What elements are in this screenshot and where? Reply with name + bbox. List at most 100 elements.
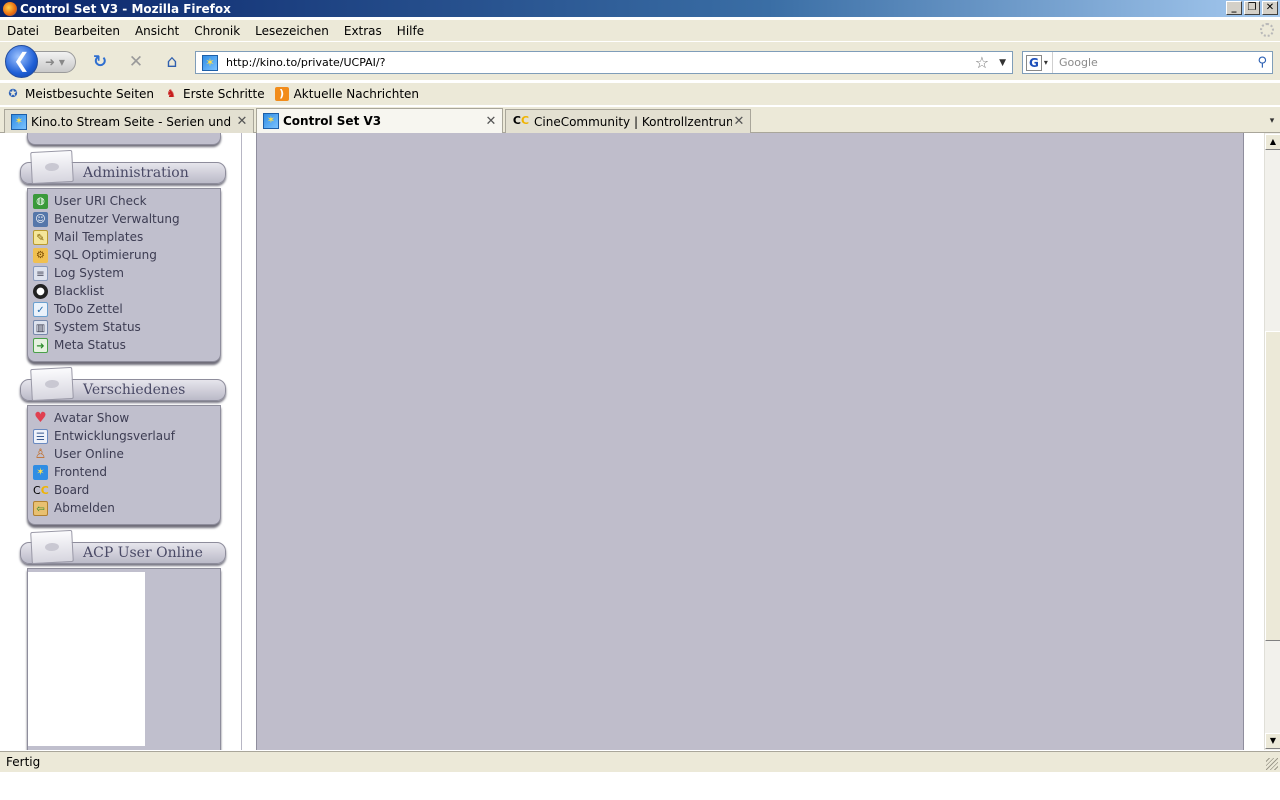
panel-title: Verschiedenes [83,382,186,398]
user-online-icon: ♙ [34,446,47,462]
page-scrollbar[interactable]: ▲ ▼ [1264,133,1280,750]
kino-logo-icon: ✶ [263,113,279,129]
sidebar-item-abmelden[interactable]: ⇦ Abmelden [28,499,220,517]
tab-cinecommunity[interactable]: CC CineCommunity | Kontrollzentrum von P… [505,109,751,133]
chevron-down-icon: ▾ [1043,58,1048,67]
forward-button[interactable]: ➜ ▾ [34,51,76,73]
home-button[interactable]: ⌂ [161,52,183,72]
tab-bar: ✶ Kino.to Stream Seite - Serien und Movi… [0,107,1280,133]
database-icon: ⚙ [33,247,48,263]
envelope-icon [30,366,74,402]
bookmark-label: Meistbesuchte Seiten [25,87,155,101]
minimize-button[interactable]: _ [1226,1,1242,15]
scroll-down-button[interactable]: ▼ [1265,733,1280,749]
users-icon: ☺ [33,211,48,227]
chevron-down-icon: ▼ [1269,736,1277,745]
bookmark-label: Erste Schritte [183,87,265,101]
bomb-icon: ● [33,283,48,299]
sidebar-item-meta-status[interactable]: ➜ Meta Status [28,336,220,354]
maximize-button[interactable]: ❐ [1244,1,1260,15]
sidebar-item-label: Log System [54,266,124,280]
search-bar[interactable]: G ▾ Google ⚲ [1022,51,1273,74]
status-chart-icon: ▥ [33,319,48,335]
sidebar-item-avatar-show[interactable]: ♥ Avatar Show [28,409,220,427]
menu-bar: Datei Bearbeiten Ansicht Chronik Lesezei… [0,20,1280,41]
search-magnifier-icon[interactable]: ⚲ [1257,55,1267,70]
search-input[interactable]: Google [1059,56,1257,69]
globe-icon: ◍ [33,193,48,209]
scroll-up-button[interactable]: ▲ [1265,134,1280,150]
tab-kino-to[interactable]: ✶ Kino.to Stream Seite - Serien und Movi… [4,109,254,133]
google-icon: G [1026,54,1042,71]
url-input[interactable]: http://kino.to/private/UCPAI/? [226,56,975,69]
envelope-icon [30,149,74,185]
back-button[interactable]: ❮ [5,45,38,78]
reload-button[interactable]: ↻ [89,52,111,72]
sidebar-item-label: Board [54,483,90,497]
tab-label: Kino.to Stream Seite - Serien und Movi..… [31,114,235,129]
note-icon: ✓ [33,301,48,317]
sidebar-item-label: Mail Templates [54,230,144,244]
document-icon: ☰ [33,428,48,444]
rss-icon: ) [274,87,289,101]
sidebar-item-label: Avatar Show [54,411,130,425]
panel-administration: ◍ User URI Check ☺ Benutzer Verwaltung ✎ Ma… [27,188,221,362]
sidebar-item-todo-zettel[interactable]: ✓ ToDo Zettel [28,300,220,318]
url-bar[interactable]: ✶ http://kino.to/private/UCPAI/? ☆ ▼ [195,51,1013,74]
resize-grip-icon[interactable] [1266,758,1278,770]
reload-icon: ↻ [92,52,108,72]
online-users-frame [28,572,145,746]
panel-header-acp-user-online: ACP User Online [20,529,226,565]
sidebar-item-user-uri-check[interactable]: ◍ User URI Check [28,192,220,210]
sidebar-item-entwicklungsverlauf[interactable]: ☰ Entwicklungsverlauf [28,427,220,445]
window-controls: _ ❐ ✕ [1226,1,1278,15]
heart-icon: ♥ [34,409,47,426]
close-icon[interactable]: ✕ [732,114,746,129]
search-engine-selector[interactable]: G ▾ [1023,52,1053,73]
close-icon[interactable]: ✕ [235,114,249,129]
tab-control-set[interactable]: ✶ Control Set V3 ✕ [256,108,503,133]
close-button[interactable]: ✕ [1262,1,1278,15]
sidebar-item-mail-templates[interactable]: ✎ Mail Templates [28,228,220,246]
menu-ansicht[interactable]: Ansicht [135,24,179,38]
sidebar-item-label: SQL Optimierung [54,248,157,262]
sidebar-item-system-status[interactable]: ▥ System Status [28,318,220,336]
sidebar-item-label: Blacklist [54,284,105,298]
url-dropdown-icon[interactable]: ▼ [999,58,1006,68]
menu-chronik[interactable]: Chronik [194,24,240,38]
cinecommunity-logo-icon: CC [33,483,49,497]
bookmark-aktuelle-nachrichten[interactable]: ) Aktuelle Nachrichten [274,87,420,101]
bookmark-label: Aktuelle Nachrichten [293,87,420,101]
stop-icon: ✕ [128,52,144,72]
stop-button[interactable]: ✕ [125,52,147,72]
sidebar-item-frontend[interactable]: ✶ Frontend [28,463,220,481]
sidebar-item-log-system[interactable]: ≡ Log System [28,264,220,282]
sidebar-item-benutzer-verwaltung[interactable]: ☺ Benutzer Verwaltung [28,210,220,228]
sidebar-item-blacklist[interactable]: ● Blacklist [28,282,220,300]
sidebar-item-label: Benutzer Verwaltung [54,212,180,226]
main-frame [256,133,1244,750]
site-favicon-icon: ✶ [202,54,218,71]
menu-bearbeiten[interactable]: Bearbeiten [54,24,120,38]
list-all-tabs-button[interactable]: ▾ [1264,111,1280,131]
close-icon[interactable]: ✕ [484,114,498,129]
window-titlebar: Control Set V3 - Mozilla Firefox _ ❐ ✕ [0,0,1280,17]
envelope-icon [30,529,74,565]
menu-lesezeichen[interactable]: Lesezeichen [255,24,329,38]
bookmark-erste-schritte[interactable]: ♞ Erste Schritte [164,87,265,101]
sidebar-item-user-online[interactable]: ♙ User Online [28,445,220,463]
sidebar-item-sql-optimierung[interactable]: ⚙ SQL Optimierung [28,246,220,264]
star-icon[interactable]: ☆ [975,53,989,72]
forward-arrow-icon: ➜ ▾ [45,55,65,69]
bookmark-meistbesuchte[interactable]: ✪ Meistbesuchte Seiten [6,87,154,101]
menu-hilfe[interactable]: Hilfe [397,24,424,38]
menu-datei[interactable]: Datei [7,24,39,38]
page-content: Administration ◍ User URI Check ☺ Benutzer… [0,133,1264,750]
firefox-icon [3,1,17,16]
scroll-thumb[interactable] [1265,331,1280,641]
sidebar-item-label: User Online [54,447,124,461]
sidebar-item-board[interactable]: CC Board [28,481,220,499]
status-bar: Fertig [0,751,1280,772]
menu-extras[interactable]: Extras [344,24,382,38]
sidebar-item-label: User URI Check [54,194,147,208]
